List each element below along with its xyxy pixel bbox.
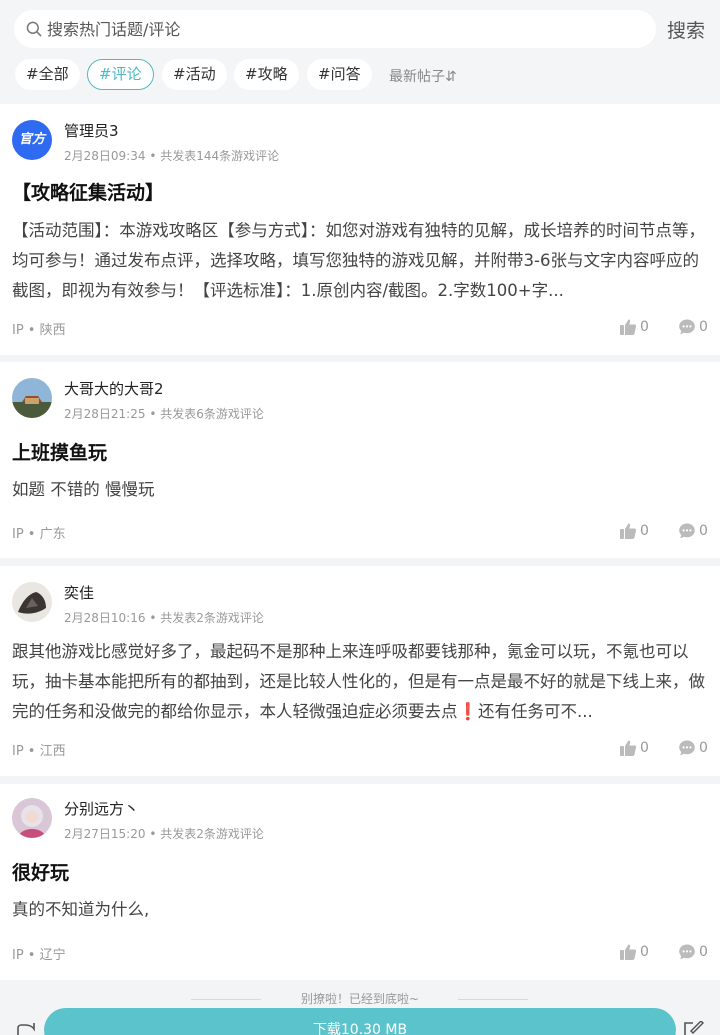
divider-left xyxy=(191,999,261,1000)
like-button[interactable]: 0 xyxy=(619,317,655,337)
comment-count: 0 xyxy=(699,319,708,335)
post-date: 2月27日15:20 xyxy=(64,827,146,841)
official-badge-text: 官方 xyxy=(18,132,45,147)
end-of-list-note: 别撩啦！已经到底啦~ xyxy=(0,990,720,1007)
search-button[interactable]: 搜索 xyxy=(667,16,705,43)
comment-button[interactable]: 0 xyxy=(678,521,714,541)
bottom-bar: 下载10.30 MB xyxy=(0,1008,720,1035)
comment-bubble-icon xyxy=(679,944,695,960)
author-stats: 共发表2条游戏评论 xyxy=(160,611,264,625)
comment-bubble-icon xyxy=(679,523,695,539)
like-button[interactable]: 0 xyxy=(619,738,655,758)
author-stats: 共发表6条游戏评论 xyxy=(160,407,264,421)
comment-count: 0 xyxy=(699,523,708,539)
post-body: 【活动范围】：本游戏攻略区【参与方式】：如您对游戏有独特的见解，成长培养的时间节… xyxy=(12,221,705,300)
like-count: 0 xyxy=(640,944,649,960)
top-bar: 搜索 #全部 #评论 #活动 #攻略 #问答 最新帖子⇵ xyxy=(0,0,720,104)
end-of-list-text: 别撩啦！已经到底啦~ xyxy=(300,992,420,1006)
comment-count: 0 xyxy=(699,944,708,960)
comment-button[interactable]: 0 xyxy=(678,317,714,337)
post-body: 跟其他游戏比感觉好多了，最起码不是那种上来连呼吸都要钱那种，氪金可以玩，不氪也可… xyxy=(12,642,705,721)
avatar-image xyxy=(12,378,52,418)
thumbs-up-icon xyxy=(620,944,637,960)
post-meta: 2月28日21:25 • 共发表6条游戏评论 xyxy=(64,407,264,421)
search-icon xyxy=(26,21,42,37)
comment-bubble-icon xyxy=(679,740,695,756)
tab-events[interactable]: #活动 xyxy=(162,59,227,90)
post-card[interactable]: 分别远方丶 2月27日15:20 • 共发表2条游戏评论 很好玩 真的不知道为什… xyxy=(0,784,720,980)
thumbs-up-icon xyxy=(620,523,637,539)
comment-count: 0 xyxy=(699,740,708,756)
post-date: 2月28日10:16 xyxy=(64,611,146,625)
tab-all[interactable]: #全部 xyxy=(15,59,80,90)
avatar[interactable] xyxy=(12,582,52,622)
edit-icon[interactable] xyxy=(682,1021,704,1035)
ip-location: IP • 辽宁 xyxy=(12,948,66,963)
thumbs-up-icon xyxy=(620,319,637,335)
like-count: 0 xyxy=(640,319,649,335)
avatar-image xyxy=(12,798,52,838)
avatar[interactable] xyxy=(12,798,52,838)
like-count: 0 xyxy=(640,523,649,539)
post-title: 上班摸鱼玩 xyxy=(12,442,108,464)
like-button[interactable]: 0 xyxy=(619,521,655,541)
post-meta: 2月28日09:34 • 共发表144条游戏评论 xyxy=(64,149,280,163)
comment-button[interactable]: 0 xyxy=(678,738,714,758)
sort-button[interactable]: 最新帖子⇵ xyxy=(389,66,457,86)
thumbs-up-icon xyxy=(620,740,637,756)
tab-qa[interactable]: #问答 xyxy=(307,59,372,90)
divider-right xyxy=(458,999,528,1000)
ip-location: IP • 江西 xyxy=(12,744,66,759)
post-meta: 2月28日10:16 • 共发表2条游戏评论 xyxy=(64,611,264,625)
post-body: 真的不知道为什么, xyxy=(12,900,150,919)
post-title: 【攻略征集活动】 xyxy=(12,182,165,204)
post-date: 2月28日21:25 xyxy=(64,407,146,421)
tab-reviews[interactable]: #评论 xyxy=(87,59,154,90)
post-date: 2月28日09:34 xyxy=(64,149,146,163)
like-button[interactable]: 0 xyxy=(619,942,655,962)
like-count: 0 xyxy=(640,740,649,756)
post-card[interactable]: 奕佳 2月28日10:16 • 共发表2条游戏评论 跟其他游戏比感觉好多了，最起… xyxy=(0,566,720,776)
comment-bubble-icon xyxy=(679,319,695,335)
author-name[interactable]: 管理员3 xyxy=(64,120,119,141)
avatar[interactable] xyxy=(12,378,52,418)
tab-guides[interactable]: #攻略 xyxy=(234,59,299,90)
avatar[interactable]: 官方 xyxy=(12,120,52,160)
author-name[interactable]: 大哥大的大哥2 xyxy=(64,378,164,399)
search-box[interactable] xyxy=(14,10,656,48)
author-name[interactable]: 分别远方丶 xyxy=(64,798,139,819)
download-button[interactable]: 下载10.30 MB xyxy=(44,1008,676,1035)
post-body: 如题 不错的 慢慢玩 xyxy=(12,480,155,499)
share-icon[interactable] xyxy=(16,1022,36,1035)
post-card[interactable]: 官方 管理员3 2月28日09:34 • 共发表144条游戏评论 【攻略征集活动… xyxy=(0,104,720,355)
comment-button[interactable]: 0 xyxy=(678,942,714,962)
author-stats: 共发表144条游戏评论 xyxy=(160,149,280,163)
author-name[interactable]: 奕佳 xyxy=(64,582,94,603)
ip-location: IP • 陕西 xyxy=(12,323,66,338)
search-input[interactable] xyxy=(47,10,647,48)
post-meta: 2月27日15:20 • 共发表2条游戏评论 xyxy=(64,827,264,841)
post-card[interactable]: 大哥大的大哥2 2月28日21:25 • 共发表6条游戏评论 上班摸鱼玩 如题 … xyxy=(0,362,720,558)
post-title: 很好玩 xyxy=(12,862,70,884)
avatar-image xyxy=(12,582,52,622)
author-stats: 共发表2条游戏评论 xyxy=(160,827,264,841)
ip-location: IP • 广东 xyxy=(12,527,66,542)
